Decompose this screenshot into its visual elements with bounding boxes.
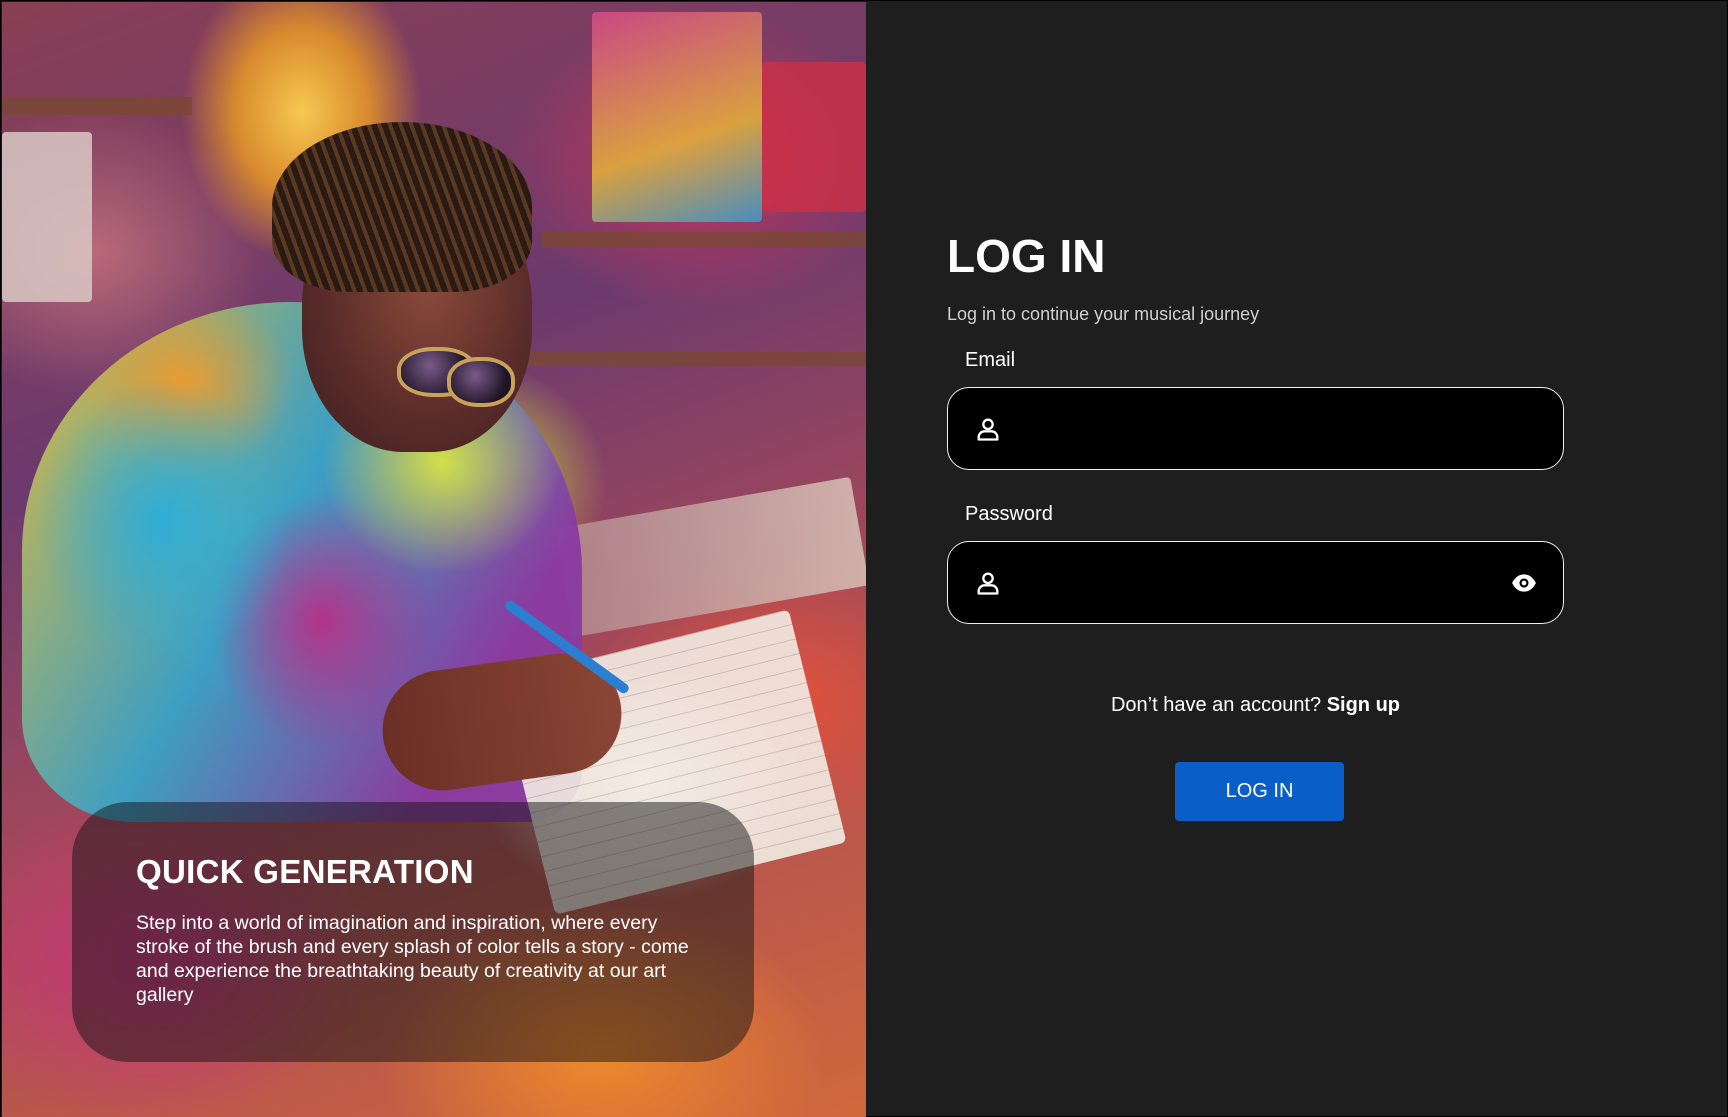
shelf bbox=[2, 97, 192, 115]
login-page: QUICK GENERATION Step into a world of im… bbox=[0, 0, 1728, 1117]
sunglasses bbox=[447, 357, 515, 407]
email-field[interactable] bbox=[947, 387, 1564, 470]
email-input[interactable] bbox=[1018, 388, 1488, 469]
login-button[interactable]: LOG IN bbox=[1175, 762, 1344, 821]
signup-link[interactable]: Sign up bbox=[1327, 694, 1400, 716]
password-input[interactable] bbox=[1018, 542, 1488, 623]
password-label: Password bbox=[965, 503, 1053, 525]
hero-title: QUICK GENERATION bbox=[136, 853, 474, 890]
keyboard bbox=[554, 476, 866, 638]
shelf bbox=[522, 352, 866, 366]
signup-prompt: Don’t have an account? Sign up bbox=[947, 694, 1564, 717]
artist-hair bbox=[272, 122, 532, 292]
wall-poster bbox=[592, 12, 762, 222]
wall-poster bbox=[762, 62, 866, 212]
signup-prompt-text: Don’t have an account? bbox=[1110, 694, 1322, 716]
wall-poster bbox=[2, 132, 92, 302]
user-icon bbox=[977, 418, 999, 441]
email-label: Email bbox=[965, 349, 1016, 371]
user-icon bbox=[977, 572, 999, 595]
shelf bbox=[542, 232, 866, 248]
eye-icon[interactable] bbox=[1511, 570, 1537, 596]
page-title: LOG IN bbox=[947, 230, 1106, 282]
hero-description: Step into a world of imagination and ins… bbox=[136, 912, 689, 1006]
page-subtitle: Log in to continue your musical journey bbox=[947, 304, 1260, 324]
password-field[interactable] bbox=[947, 541, 1564, 624]
